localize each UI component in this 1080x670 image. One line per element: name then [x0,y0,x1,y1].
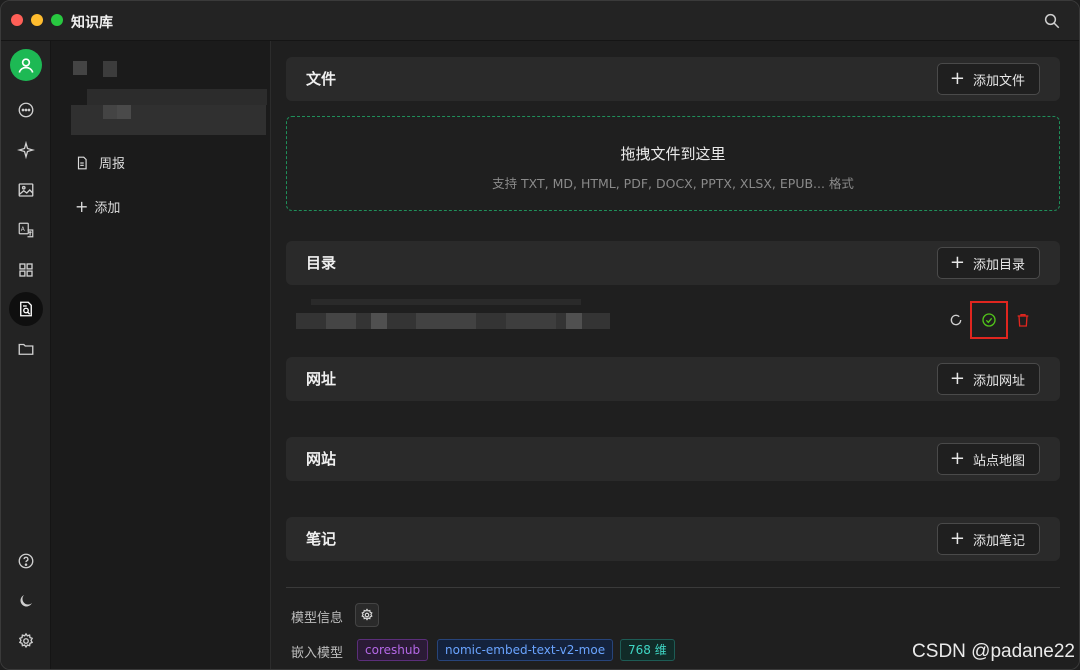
plus-icon: + [949,68,965,89]
title-bar: 知识库 [1,1,1079,41]
refresh-icon[interactable] [947,311,965,329]
sparkle-icon[interactable] [9,133,43,167]
dimension-tag: 768 维 [620,639,675,661]
knowledge-base-icon[interactable] [9,292,43,326]
app-title: 知识库 [71,15,113,31]
watermark: CSDN @padane22 [912,641,1075,662]
app-window: 知识库 A 周报 + 添加 文件 + 添加文件 拖拽文件到这里 支持 TXT, … [0,0,1080,670]
url-section-title: 网址 [306,370,337,388]
plus-icon: + [75,196,89,216]
plus-icon: + [949,448,965,469]
apps-grid-icon[interactable] [9,253,43,287]
embed-model-label: 嵌入模型 [291,646,344,661]
directory-row [286,291,1060,349]
search-icon[interactable] [1043,12,1061,30]
sidebar-item-label: 周报 [99,157,126,172]
maximize-window-button[interactable] [51,14,63,26]
minimize-window-button[interactable] [31,14,43,26]
directory-section-header: 目录 + 添加目录 [286,241,1060,285]
provider-tag: coreshub [357,639,429,661]
image-icon[interactable] [9,173,43,207]
close-window-button[interactable] [11,14,23,26]
divider [286,587,1060,588]
files-section-title: 文件 [306,70,337,88]
model-name-tag: nomic-embed-text-v2-moe [437,639,614,661]
sitemap-button[interactable]: + 站点地图 [936,443,1040,475]
trash-icon[interactable] [1014,311,1032,329]
add-directory-button[interactable]: + 添加目录 [936,247,1040,279]
document-icon [77,156,87,169]
knowledge-list: 周报 + 添加 [51,41,271,669]
model-info-label: 模型信息 [291,611,344,626]
highlight-annotation-box [970,301,1008,339]
sidebar-item-weekly-report[interactable]: 周报 [75,153,125,172]
dropzone-title: 拖拽文件到这里 [620,145,726,163]
plus-icon: + [949,252,965,273]
dropzone-hint: 支持 TXT, MD, HTML, PDF, DOCX, PPTX, XLSX,… [492,176,854,191]
notes-section-title: 笔记 [306,530,337,548]
svg-text:A: A [21,226,26,233]
model-settings-button[interactable] [355,603,379,627]
directory-section-title: 目录 [306,254,337,272]
website-section-title: 网站 [306,450,337,468]
add-file-button[interactable]: + 添加文件 [936,63,1040,95]
moon-icon[interactable] [9,584,43,618]
sidebar-item-label: 添加 [94,201,121,216]
plus-icon: + [949,368,965,389]
file-dropzone[interactable]: 拖拽文件到这里 支持 TXT, MD, HTML, PDF, DOCX, PPT… [286,116,1060,211]
main-panel: 文件 + 添加文件 拖拽文件到这里 支持 TXT, MD, HTML, PDF,… [271,41,1079,669]
add-url-button[interactable]: + 添加网址 [936,363,1040,395]
user-avatar-icon[interactable] [10,49,42,81]
files-section-header: 文件 + 添加文件 [286,57,1060,101]
add-knowledge-button[interactable]: + 添加 [75,197,120,216]
folder-icon[interactable] [9,332,43,366]
url-section-header: 网址 + 添加网址 [286,357,1060,401]
add-note-button[interactable]: + 添加笔记 [936,523,1040,555]
settings-icon[interactable] [9,624,43,658]
notes-section-header: 笔记 + 添加笔记 [286,517,1060,561]
plus-icon: + [949,528,965,549]
help-icon[interactable] [9,544,43,578]
website-section-header: 网站 + 站点地图 [286,437,1060,481]
icon-rail: A [1,41,51,669]
gear-icon [361,608,373,621]
chat-icon[interactable] [9,93,43,127]
translate-icon[interactable]: A [9,213,43,247]
